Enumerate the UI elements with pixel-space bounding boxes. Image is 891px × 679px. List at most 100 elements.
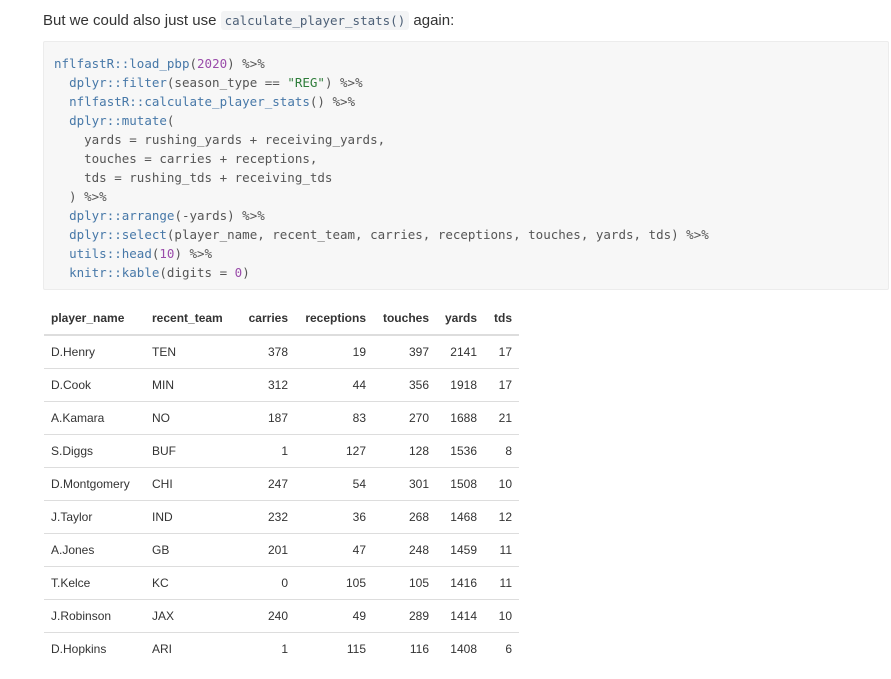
table-cell-tds: 10 bbox=[484, 467, 519, 501]
table-cell-touches: 356 bbox=[373, 368, 436, 402]
table-cell-yards: 1459 bbox=[436, 533, 484, 567]
table-cell-tds: 8 bbox=[484, 434, 519, 468]
table-cell-carries: 0 bbox=[237, 566, 295, 600]
table-cell-recent-team: IND bbox=[145, 500, 237, 534]
code-token: 2020 bbox=[197, 56, 228, 71]
code-token: (-yards) %>% bbox=[174, 208, 265, 223]
table-row: J.Robinson JAX 240 49 289 1414 10 bbox=[44, 599, 519, 633]
table-cell-carries: 312 bbox=[237, 368, 295, 402]
code-token: load_pbp bbox=[129, 56, 190, 71]
code-token: ( bbox=[166, 113, 175, 128]
code-token: dplyr:: bbox=[69, 208, 122, 223]
table-cell-player-name: D.Montgomery bbox=[44, 467, 145, 501]
table-cell-tds: 17 bbox=[498, 345, 512, 359]
column-header-player-name: player_name bbox=[44, 302, 145, 336]
results-table: player_name recent_team carries receptions t… bbox=[44, 302, 519, 665]
table-cell-touches: 248 bbox=[373, 533, 436, 567]
code-line: dplyr::mutate( bbox=[54, 111, 888, 130]
table-cell-touches: 128 bbox=[373, 434, 436, 468]
table-cell-carries: 240 bbox=[237, 599, 295, 633]
code-token: head bbox=[121, 246, 152, 261]
code-line: yards = rushing_yards + receiving_yards, bbox=[54, 130, 888, 149]
table-cell-yards: 1408 bbox=[436, 632, 484, 665]
intro-text-after: again: bbox=[409, 12, 455, 29]
code-token: ) bbox=[242, 265, 250, 280]
code-token: ) %>% bbox=[324, 75, 363, 90]
inline-code-function: calculate_player_stats() bbox=[220, 11, 410, 30]
code-token: dplyr:: bbox=[69, 227, 122, 242]
code-token: nflfastR:: bbox=[69, 94, 145, 109]
table-cell-player-name: D.Cook bbox=[44, 368, 145, 402]
table-cell-carries: 1 bbox=[237, 434, 295, 468]
table-cell-carries: 378 bbox=[267, 345, 288, 359]
code-token: nflfastR:: bbox=[54, 56, 130, 71]
code-line: tds = rushing_tds + receiving_tds bbox=[54, 168, 888, 187]
table-cell-tds: 11 bbox=[484, 566, 519, 600]
table-cell-touches: 301 bbox=[373, 467, 436, 501]
code-token: () %>% bbox=[309, 94, 356, 109]
code-line: nflfastR::calculate_player_stats() %>% bbox=[54, 92, 888, 111]
table-cell-recent-team: BUF bbox=[145, 434, 237, 468]
code-token: arrange bbox=[121, 208, 175, 223]
column-header-receptions: receptions bbox=[295, 302, 373, 336]
table-cell-player-name: D.Hopkins bbox=[44, 632, 145, 665]
code-token: dplyr:: bbox=[69, 113, 122, 128]
column-header-carries: carries bbox=[237, 302, 295, 336]
table-cell-tds: 10 bbox=[484, 599, 519, 633]
table-cell-receptions: 127 bbox=[295, 434, 373, 468]
table-cell-yards: 1688 bbox=[436, 401, 484, 435]
code-line: utils::head(10) %>% bbox=[54, 244, 888, 263]
table-cell-player-name: A.Kamara bbox=[44, 401, 145, 435]
code-token: "REG" bbox=[287, 75, 325, 90]
table-cell-touches: 105 bbox=[373, 566, 436, 600]
code-line: dplyr::filter(season_type == "REG") %>% bbox=[54, 73, 888, 92]
table-cell-recent-team: MIN bbox=[145, 368, 237, 402]
table-header-row: player_name recent_team carries receptions t… bbox=[44, 302, 519, 336]
table-row: A.Kamara NO 187 83 270 1688 21 bbox=[44, 401, 519, 435]
table-cell-carries: 232 bbox=[237, 500, 295, 534]
table-cell-carries: 187 bbox=[237, 401, 295, 435]
code-token: 10 bbox=[159, 246, 175, 261]
table-row: A.Jones GB 201 47 248 1459 11 bbox=[44, 533, 519, 567]
code-token: tds = rushing_tds + receiving_tds bbox=[54, 170, 333, 185]
code-block[interactable]: nflfastR::load_pbp(2020) %>% dplyr::filt… bbox=[43, 41, 889, 290]
table-cell-receptions: 105 bbox=[295, 566, 373, 600]
table-row: D.Henry TEN 378 19 397 2141 17 bbox=[44, 335, 519, 369]
table-cell-receptions: 83 bbox=[295, 401, 373, 435]
code-token: ) %>% bbox=[227, 56, 265, 71]
table-cell-carries: 1 bbox=[237, 632, 295, 665]
table-row: D.Montgomery CHI 247 54 301 1508 10 bbox=[44, 467, 519, 501]
table-cell-tds: 11 bbox=[484, 533, 519, 567]
table-cell-receptions: 47 bbox=[295, 533, 373, 567]
table-row: D.Cook MIN 312 44 356 1918 17 bbox=[44, 368, 519, 402]
code-token: ) %>% bbox=[54, 189, 107, 204]
table-cell-tds: 12 bbox=[484, 500, 519, 534]
code-line: touches = carries + receptions, bbox=[54, 149, 888, 168]
table-cell-carries: 201 bbox=[237, 533, 295, 567]
table-cell-tds: 21 bbox=[484, 401, 519, 435]
code-token: dplyr:: bbox=[69, 75, 122, 90]
table-cell-touches: 268 bbox=[373, 500, 436, 534]
table-row: T.Kelce KC 0 105 105 1416 11 bbox=[44, 566, 519, 600]
intro-text-before: But we could also just use bbox=[43, 12, 221, 29]
table-row: D.Hopkins ARI 1 115 116 1408 6 bbox=[44, 632, 519, 665]
code-token: mutate bbox=[121, 113, 167, 128]
code-token: ) %>% bbox=[174, 246, 213, 261]
code-line: nflfastR::load_pbp(2020) %>% bbox=[54, 54, 888, 73]
table-cell-recent-team: NO bbox=[145, 401, 237, 435]
table-cell-player-name: D.Henry bbox=[51, 345, 96, 359]
code-token: ( bbox=[189, 56, 198, 71]
code-token: kable bbox=[121, 265, 160, 280]
table-row: J.Taylor IND 232 36 268 1468 12 bbox=[44, 500, 519, 534]
column-header-yards: yards bbox=[436, 302, 484, 336]
code-line: dplyr::arrange(-yards) %>% bbox=[54, 206, 888, 225]
column-header-recent-team: recent_team bbox=[145, 302, 237, 336]
code-token: (digits = bbox=[159, 265, 235, 280]
table-cell-player-name: A.Jones bbox=[44, 533, 145, 567]
table-cell-yards: 1414 bbox=[436, 599, 484, 633]
